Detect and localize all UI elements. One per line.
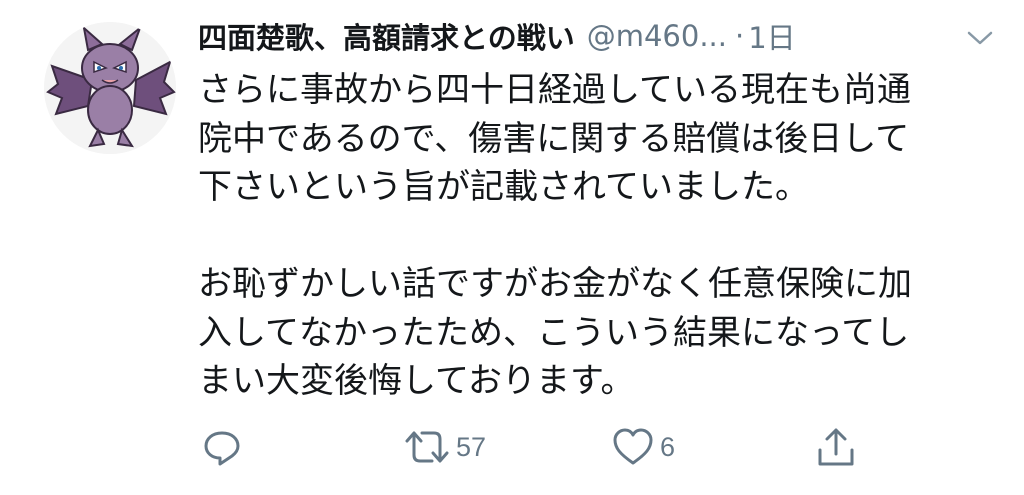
like-count: 6 — [660, 431, 676, 462]
text-line: 下さいという旨が記載されていました。 — [198, 167, 809, 207]
text-line: 院中であるので、傷害に関する賠償は後日して — [198, 118, 910, 159]
tweet-text: さらに事故から四十日経過している現在も尚通 院中であるので、傷害に関する賠償は後… — [198, 66, 978, 406]
paragraph: さらに事故から四十日経過している現在も尚通 院中であるので、傷害に関する賠償は後… — [198, 66, 978, 212]
bat-mascot-avatar-image — [44, 22, 176, 154]
retweet-button[interactable]: 57 — [404, 420, 486, 474]
retweet-count: 57 — [456, 431, 487, 462]
paragraph: お恥ずかしい話ですがお金がなく任意保険に加 入してなかったため、こういう結果にな… — [198, 260, 978, 406]
reply-icon — [204, 431, 240, 466]
tweet-header: 四面楚歌、高額請求との戦い @m460... · 1日 — [198, 14, 998, 58]
text-line: さらに事故から四十日経過している現在も尚通 — [198, 70, 911, 110]
action-bar: 57 6 — [198, 420, 878, 474]
share-button[interactable] — [816, 420, 856, 474]
avatar[interactable] — [44, 22, 176, 154]
share-icon — [818, 428, 854, 466]
display-name[interactable]: 四面楚歌、高額請求との戦い — [198, 15, 575, 57]
tweet-menu-button[interactable] — [962, 20, 998, 56]
timestamp[interactable]: 1日 — [748, 15, 795, 57]
user-handle[interactable]: @m460... — [587, 19, 727, 53]
retweet-icon — [405, 431, 449, 463]
like-button[interactable]: 6 — [612, 420, 675, 474]
text-line: 入してなかったため、こういう結果になってし — [198, 312, 910, 353]
separator-dot: · — [734, 19, 745, 53]
reply-button[interactable] — [202, 420, 242, 474]
text-line: お恥ずかしい話ですがお金がなく任意保険に加 — [198, 264, 912, 304]
text-line: まい大変後悔しております。 — [198, 361, 635, 401]
tweet[interactable]: 四面楚歌、高額請求との戦い @m460... · 1日 さらに事故から四十日経過… — [0, 0, 1024, 495]
heart-icon — [613, 428, 653, 465]
chevron-down-icon — [967, 31, 993, 45]
